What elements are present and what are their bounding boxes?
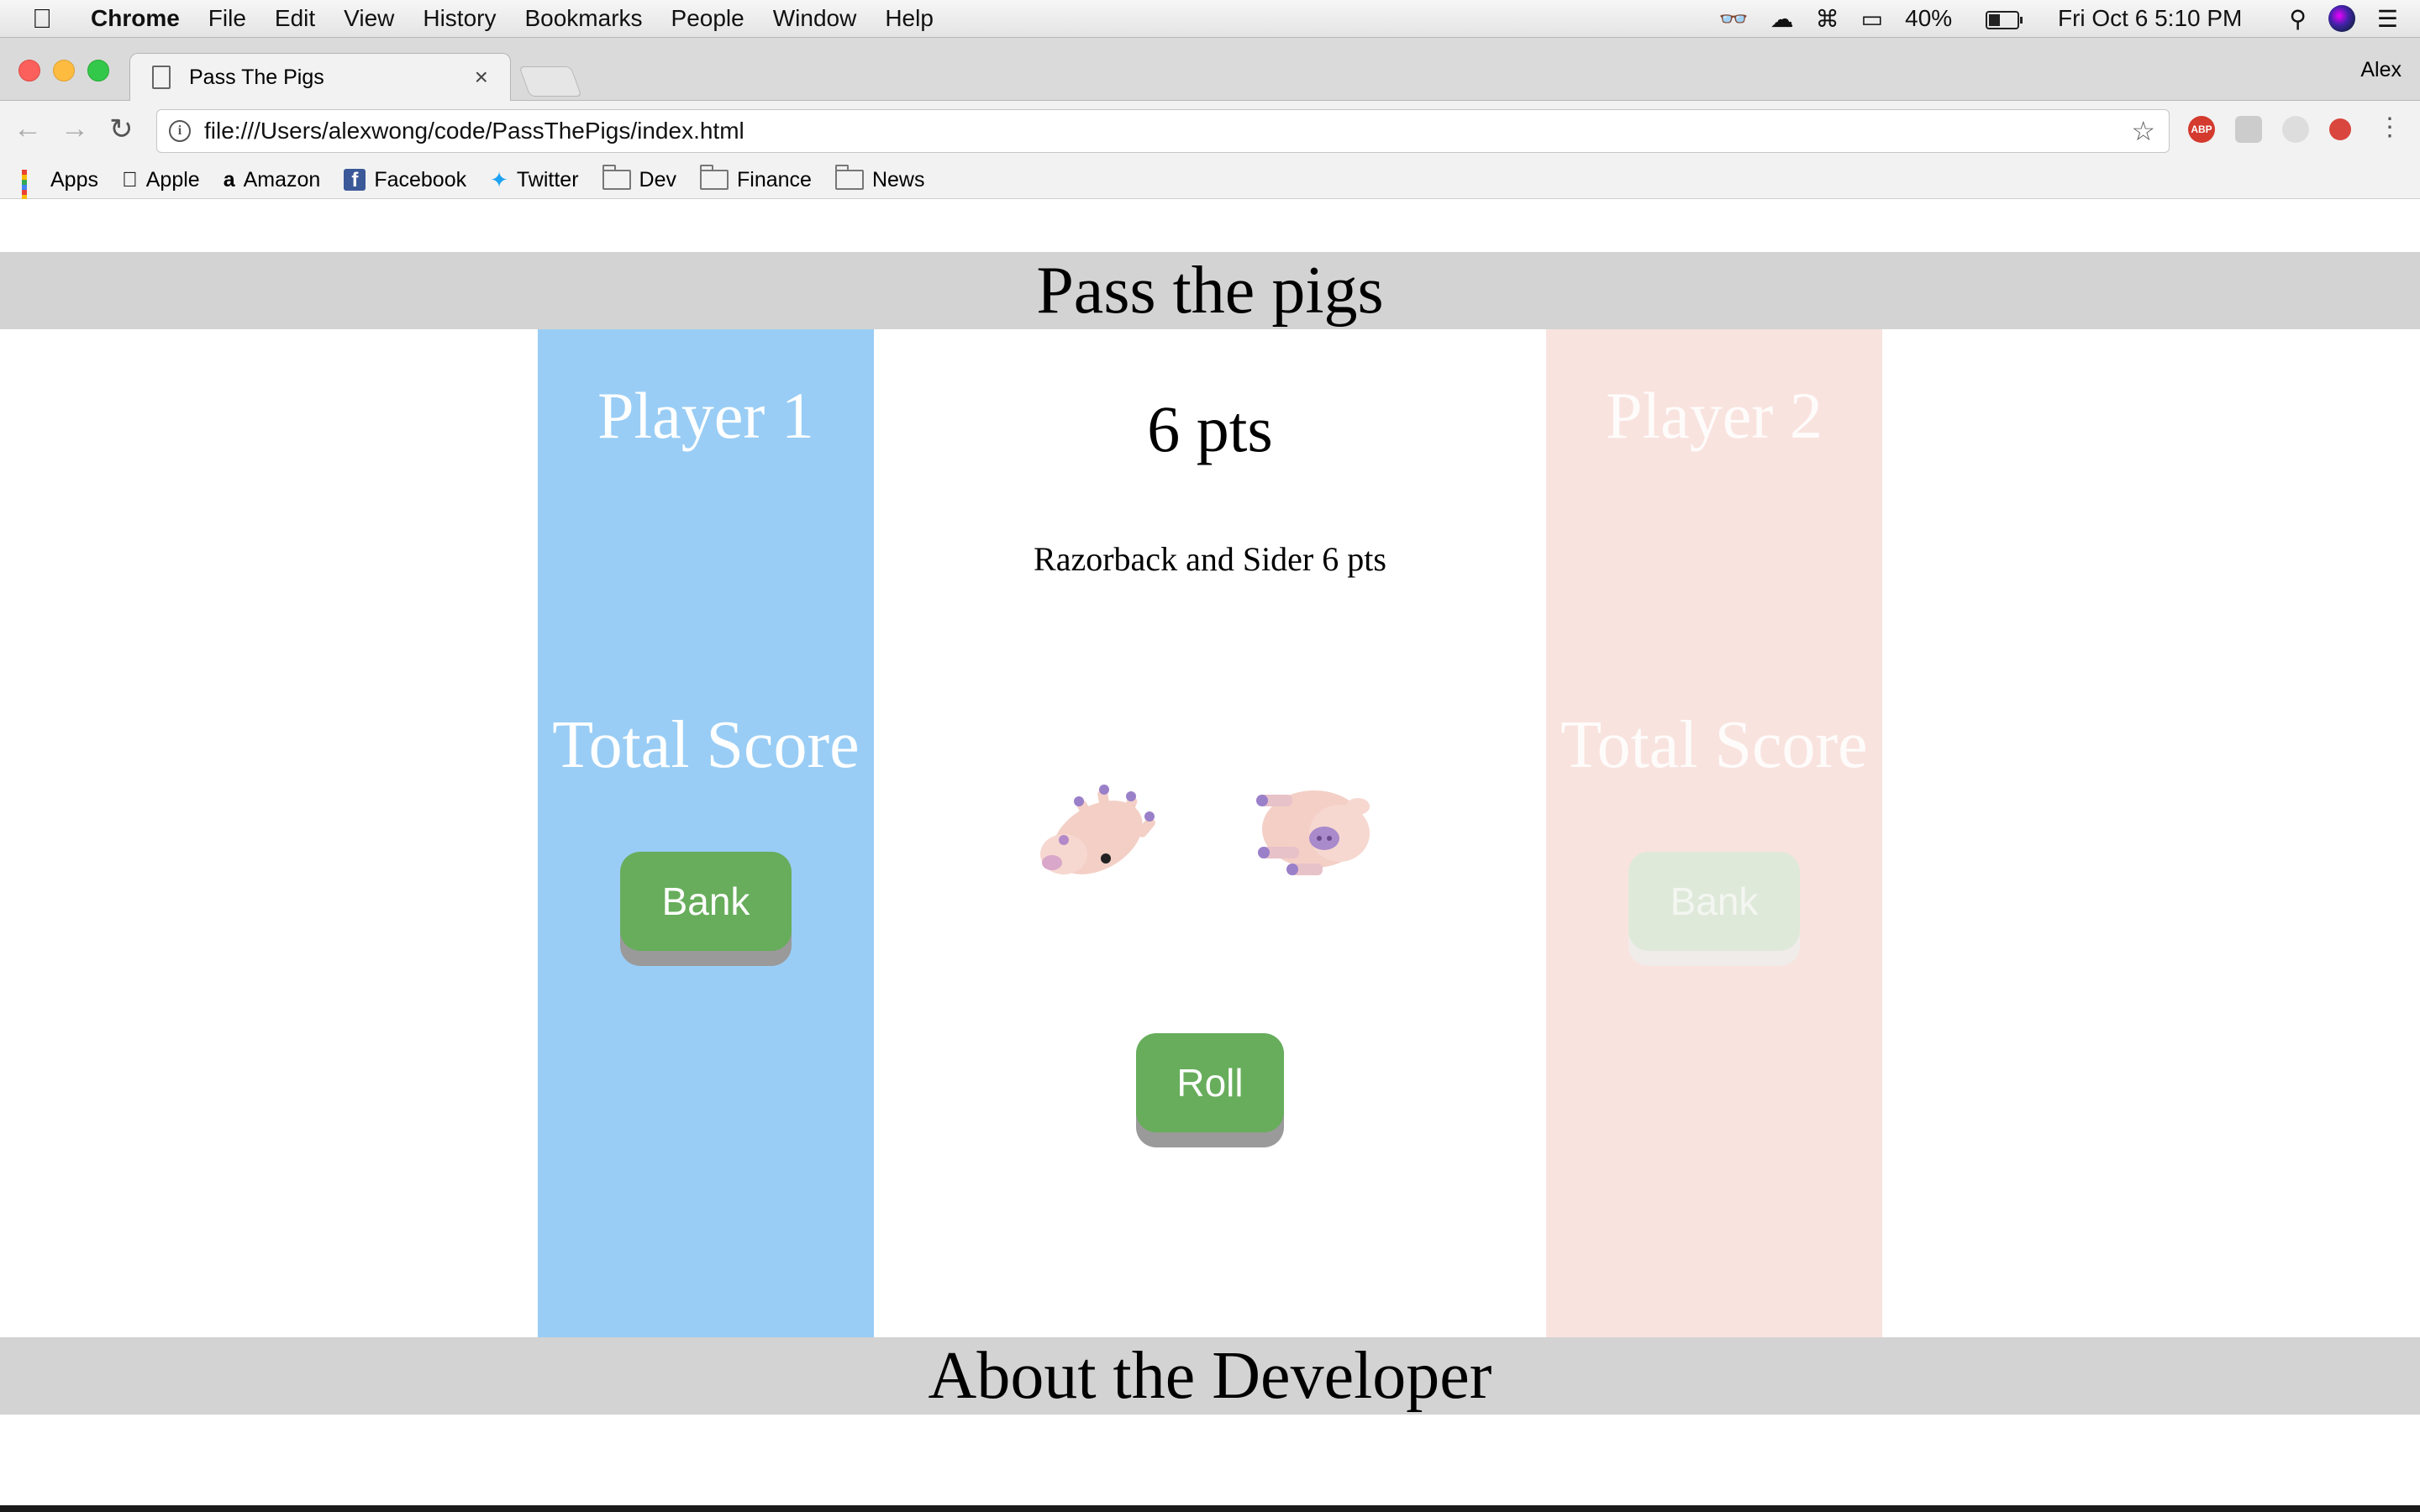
- url-text[interactable]: file:///Users/alexwong/code/PassThePigs/…: [204, 118, 2131, 144]
- menu-history[interactable]: History: [423, 5, 496, 32]
- folder-icon: [602, 165, 631, 190]
- battery-status[interactable]: 40%: [1905, 5, 2023, 32]
- window-close-button[interactable]: [18, 60, 40, 81]
- menu-app-name[interactable]: Chrome: [91, 5, 180, 32]
- bookmark-label: Twitter: [501, 167, 579, 192]
- menu-file[interactable]: File: [208, 5, 246, 32]
- about-developer-heading: About the Developer: [0, 1337, 2420, 1415]
- bookmark-label: News: [856, 167, 925, 192]
- reader-glasses-icon[interactable]: 👓: [1719, 5, 1749, 33]
- folder-icon: [700, 165, 729, 190]
- bookmark-label: Dev: [623, 167, 676, 192]
- web-page: Pass the pigs Player 1 Total Score Bank …: [0, 199, 2420, 1505]
- extension-record-icon[interactable]: [2329, 118, 2351, 140]
- twitter-bird-icon: ✦: [474, 166, 508, 192]
- folder-icon: [834, 165, 864, 190]
- pig-sider-image: [1256, 790, 1370, 875]
- turn-points: 6 pts: [1147, 392, 1273, 465]
- player2-name: Player 2: [1606, 379, 1823, 452]
- battery-percent: 40%: [1905, 5, 1953, 31]
- game-center-area: 6 pts Razorback and Sider 6 pts Roll: [874, 329, 1546, 1337]
- spotlight-search-icon[interactable]: ⚲: [2289, 5, 2307, 33]
- page-icon: [152, 66, 171, 89]
- chrome-menu-icon[interactable]: ⋮: [2376, 115, 2403, 143]
- bookmark-twitter[interactable]: ✦ Twitter: [490, 167, 578, 193]
- site-info-icon[interactable]: i: [169, 120, 191, 142]
- bookmark-label: Apps: [50, 167, 98, 192]
- extension-search-icon[interactable]: [2282, 116, 2309, 143]
- browser-tab-active[interactable]: Pass The Pigs ×: [129, 53, 511, 101]
- page-title: Pass the pigs: [0, 252, 2420, 329]
- menu-window[interactable]: Window: [773, 5, 857, 32]
- player1-name: Player 1: [597, 379, 814, 452]
- tab-title: Pass The Pigs: [189, 65, 324, 89]
- extension-chat-icon[interactable]: [2235, 116, 2262, 143]
- window-minimize-button[interactable]: [53, 60, 75, 81]
- amazon-logo-icon: a: [224, 168, 235, 192]
- adblock-plus-icon[interactable]: ABP: [2188, 116, 2215, 143]
- siri-icon[interactable]: [2328, 5, 2355, 32]
- menu-bar-status-area: 👓 ☁ ⌘ ▭ 40% Fri Oct 6 5:10 PM ⚲ ☰: [1719, 0, 2420, 37]
- player2-bank-button[interactable]: Bank: [1628, 852, 1800, 951]
- pig-razorback-image: [1040, 785, 1155, 874]
- bookmark-facebook[interactable]: f Facebook: [344, 168, 466, 192]
- bookmark-amazon[interactable]: a Amazon: [224, 168, 321, 192]
- macos-menu-bar:  Chrome File Edit View History Bookmark…: [0, 0, 2420, 38]
- player2-total-score-label: Total Score: [1560, 708, 1868, 782]
- player1-panel: Player 1 Total Score Bank: [538, 329, 874, 1337]
- menu-bookmarks[interactable]: Bookmarks: [524, 5, 642, 32]
- roll-button[interactable]: Roll: [1136, 1033, 1284, 1132]
- roll-description: Razorback and Sider 6 pts: [1034, 540, 1386, 578]
- bookmark-label: Finance: [721, 167, 812, 192]
- browser-tab-strip: Pass The Pigs × Alex: [0, 38, 2420, 101]
- player1-bank-button[interactable]: Bank: [620, 852, 792, 951]
- bookmark-star-icon[interactable]: ☆: [2131, 115, 2155, 147]
- apple-menu-icon[interactable]: : [32, 3, 66, 34]
- tab-close-icon[interactable]: ×: [475, 64, 488, 91]
- new-tab-button[interactable]: [518, 66, 582, 97]
- battery-icon: [1985, 10, 2023, 29]
- bookmark-folder-dev[interactable]: Dev: [602, 165, 676, 192]
- bookmark-apple[interactable]:  Apple: [122, 168, 200, 192]
- forward-arrow-icon[interactable]: →: [60, 113, 89, 145]
- address-bar[interactable]: i file:///Users/alexwong/code/PassThePig…: [156, 109, 2170, 153]
- clock[interactable]: Fri Oct 6 5:10 PM: [2058, 5, 2242, 32]
- reload-icon[interactable]: ↻: [109, 113, 134, 146]
- browser-toolbar: ← → ↻ i file:///Users/alexwong/code/Pass…: [0, 101, 2420, 161]
- airplay-icon[interactable]: ▭: [1861, 5, 1883, 33]
- bookmark-label: Apple: [129, 167, 200, 192]
- apps-grid-icon: [22, 170, 42, 215]
- bookmark-label: Facebook: [358, 167, 466, 192]
- menu-help[interactable]: Help: [885, 5, 934, 32]
- apple-logo-icon: : [122, 168, 138, 192]
- screen-bottom-edge: [0, 1505, 2420, 1512]
- menu-view[interactable]: View: [344, 5, 394, 32]
- bookmark-apps[interactable]: Apps: [22, 167, 98, 215]
- window-zoom-button[interactable]: [87, 60, 109, 81]
- cloud-upload-icon[interactable]: ☁: [1770, 5, 1794, 33]
- facebook-logo-icon: f: [344, 169, 366, 192]
- bookmarks-bar: Apps  Apple a Amazon f Facebook ✦ Twitt…: [0, 161, 2420, 215]
- back-arrow-icon[interactable]: ←: [13, 113, 42, 145]
- player1-total-score-label: Total Score: [552, 708, 860, 782]
- notification-center-icon[interactable]: ☰: [2377, 5, 2398, 33]
- bookmark-folder-finance[interactable]: Finance: [700, 165, 812, 192]
- menu-edit[interactable]: Edit: [275, 5, 315, 32]
- profile-name[interactable]: Alex: [2360, 58, 2402, 82]
- player2-panel: Player 2 Total Score Bank: [1546, 329, 1882, 1337]
- bookmark-label: Amazon: [227, 167, 321, 192]
- menu-people[interactable]: People: [671, 5, 744, 32]
- bookmark-folder-news[interactable]: News: [834, 165, 925, 192]
- wifi-icon[interactable]: ⌘: [1816, 5, 1839, 33]
